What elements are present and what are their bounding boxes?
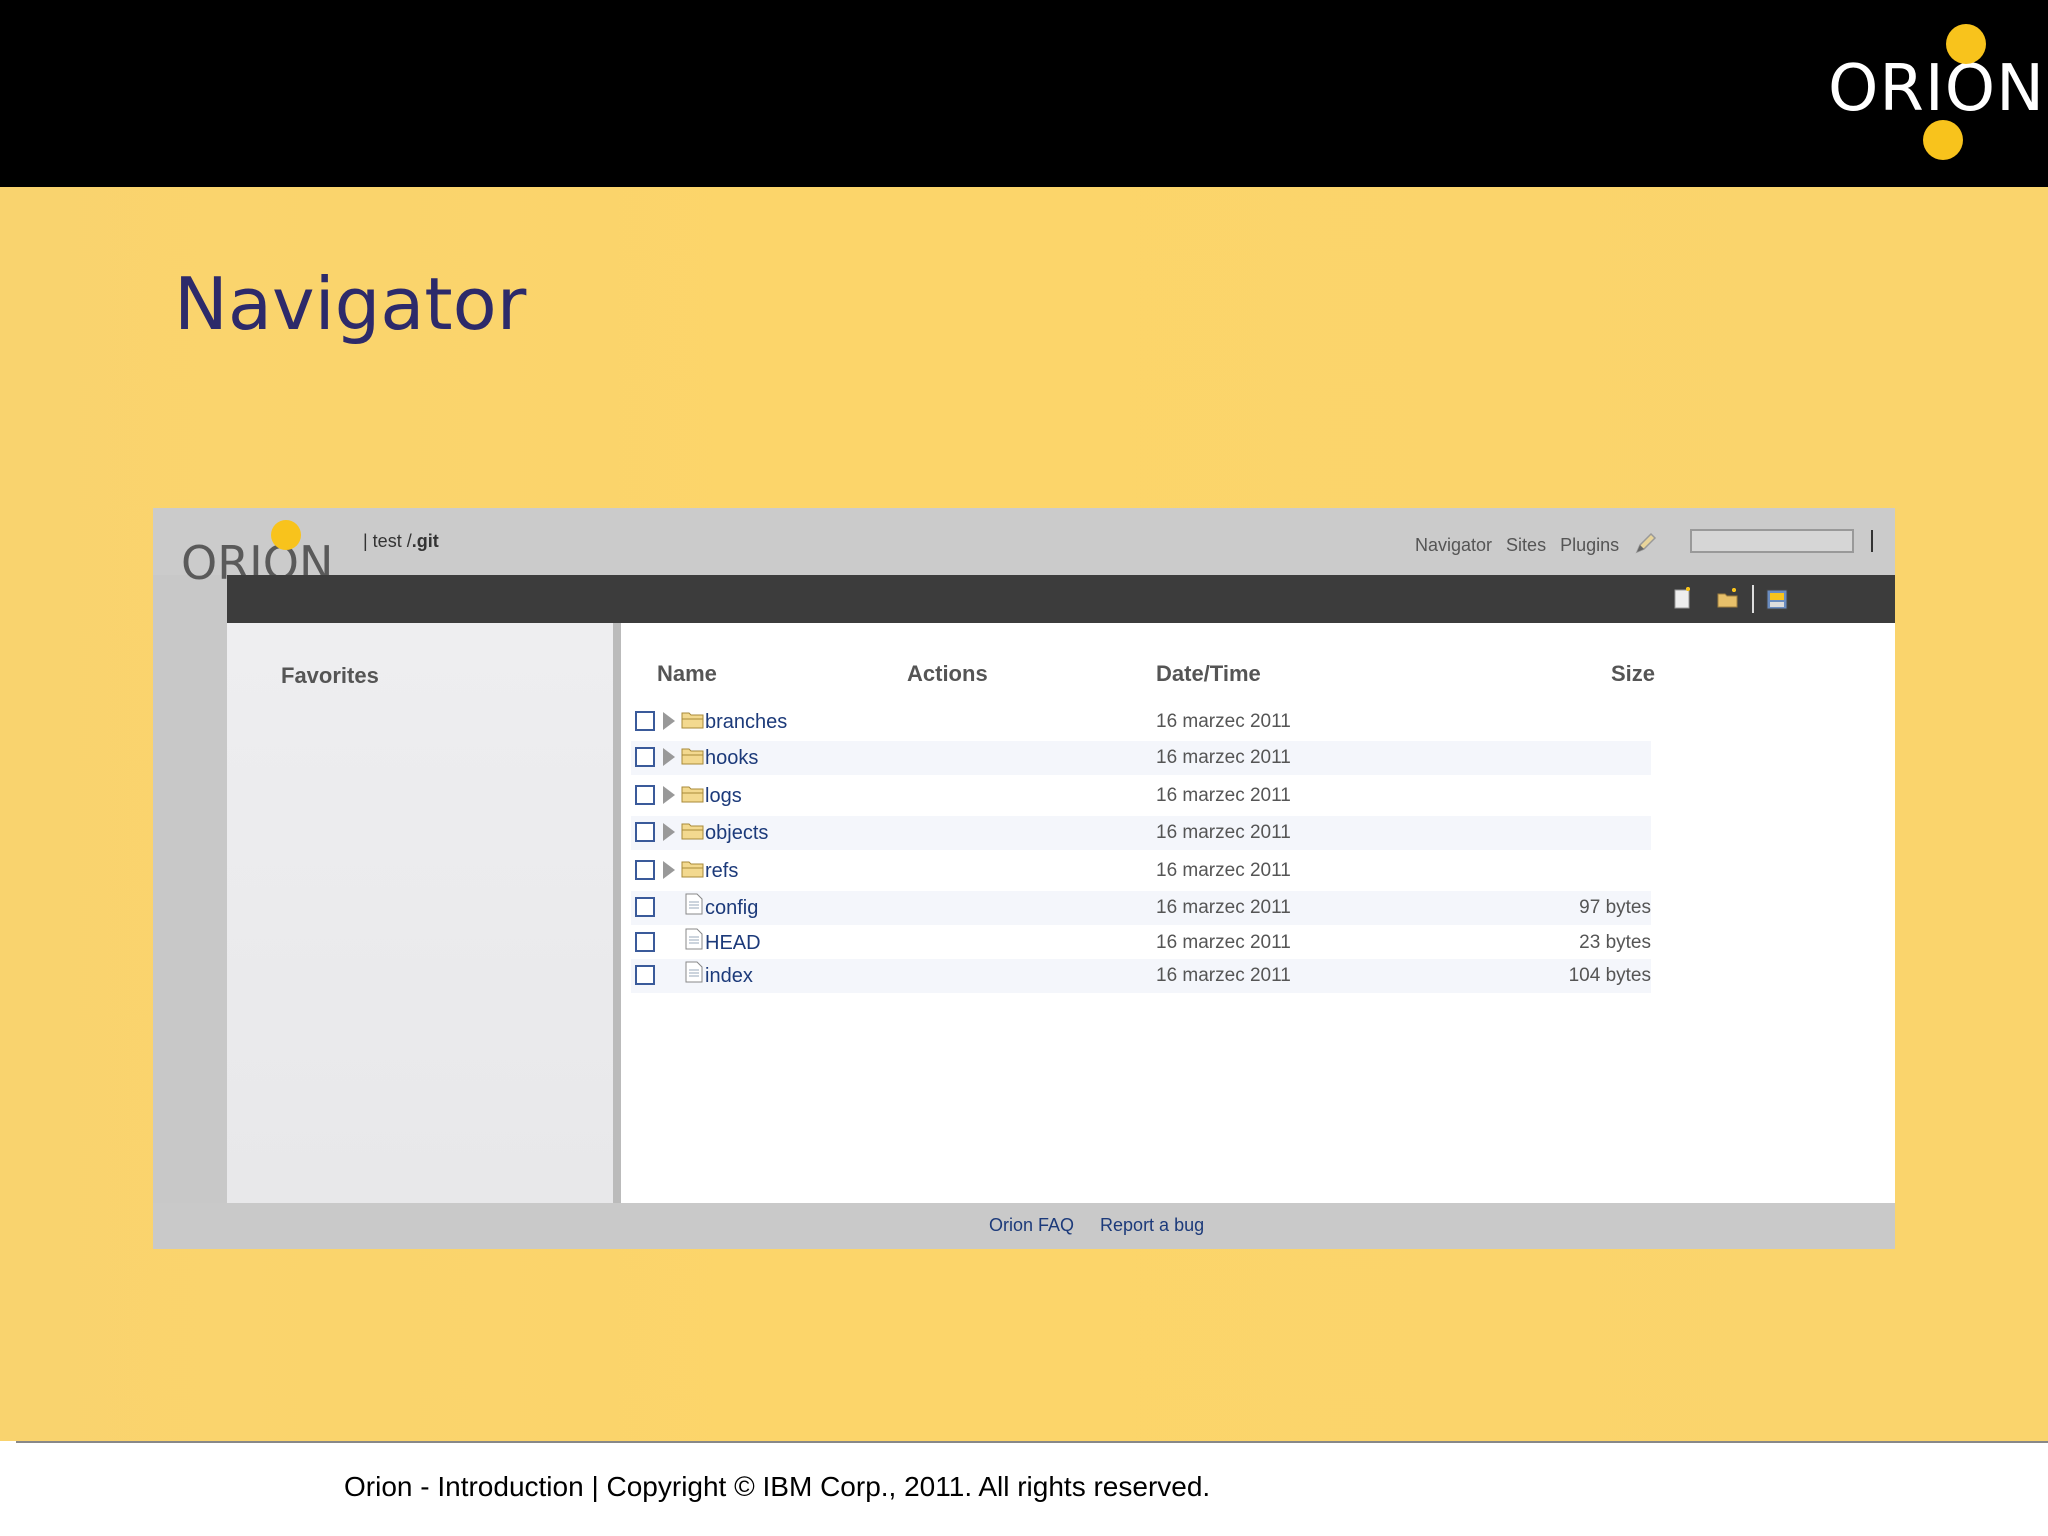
new-file-icon[interactable] [1671, 587, 1695, 611]
folder-icon [681, 747, 705, 765]
file-date: 16 marzec 2011 [1156, 965, 1291, 986]
toolbar [227, 575, 1895, 623]
file-date: 16 marzec 2011 [1156, 785, 1291, 806]
file-name-link[interactable]: index [705, 965, 753, 988]
column-header-actions: Actions [907, 661, 988, 686]
table-row: branches 16 marzec 2011 [631, 705, 1651, 739]
new-folder-icon[interactable] [1716, 587, 1740, 611]
row-checkbox[interactable] [635, 965, 655, 985]
file-date: 16 marzec 2011 [1156, 747, 1291, 768]
expand-arrow-icon[interactable] [663, 712, 675, 730]
table-row: logs 16 marzec 2011 [631, 779, 1651, 813]
row-checkbox[interactable] [635, 860, 655, 880]
file-name-link[interactable]: HEAD [705, 932, 761, 955]
table-row: config 16 marzec 2011 97 bytes [631, 891, 1651, 925]
file-icon [685, 961, 703, 983]
file-list-panel: Name Actions Date/Time Size branches 16 … [621, 623, 1895, 1203]
folder-icon [681, 785, 705, 803]
table-row: hooks 16 marzec 2011 [631, 741, 1651, 775]
breadcrumb: | test /.git [363, 531, 439, 552]
file-name-link[interactable]: refs [705, 860, 738, 883]
file-name-link[interactable]: hooks [705, 747, 758, 770]
slide-header-bar: ORION [0, 0, 2048, 187]
footer-rule [16, 1441, 2048, 1443]
search-input[interactable] [1690, 529, 1854, 553]
breadcrumb-prefix[interactable]: | test / [363, 531, 412, 551]
nav-sites[interactable]: Sites [1506, 535, 1546, 556]
folder-icon [681, 860, 705, 878]
app-footer: Orion FAQ Report a bug [153, 1203, 1895, 1249]
column-header-size[interactable]: Size [1611, 661, 1655, 687]
file-size: 23 bytes [1579, 932, 1651, 953]
top-navigation: Navigator Sites Plugins [1415, 530, 1659, 561]
orion-logo-text: ORION [1828, 52, 2045, 126]
file-name-link[interactable]: config [705, 897, 758, 920]
file-icon [685, 928, 703, 950]
git-repository-icon[interactable] [1765, 587, 1789, 611]
app-header: ORION | test /.git Navigator Sites Plugi… [153, 508, 1895, 616]
column-header-datetime[interactable]: Date/Time [1156, 661, 1261, 687]
logo-dot-top [1946, 24, 1986, 64]
expand-arrow-icon[interactable] [663, 748, 675, 766]
favorites-sidebar: Favorites [227, 623, 613, 1203]
orion-faq-link[interactable]: Orion FAQ [989, 1215, 1074, 1236]
report-bug-link[interactable]: Report a bug [1100, 1215, 1204, 1236]
slide-title: Navigator [174, 262, 527, 346]
file-date: 16 marzec 2011 [1156, 711, 1291, 732]
nav-navigator[interactable]: Navigator [1415, 535, 1492, 556]
file-name-link[interactable]: objects [705, 822, 768, 845]
file-name-link[interactable]: branches [705, 711, 787, 734]
file-date: 16 marzec 2011 [1156, 897, 1291, 918]
expand-arrow-icon[interactable] [663, 823, 675, 841]
row-checkbox[interactable] [635, 897, 655, 917]
app-logo-dot-top [271, 520, 301, 550]
table-row: refs 16 marzec 2011 [631, 854, 1651, 888]
nav-plugins[interactable]: Plugins [1560, 535, 1619, 556]
copyright-text: Orion - Introduction | Copyright © IBM C… [344, 1471, 1211, 1502]
file-date: 16 marzec 2011 [1156, 822, 1291, 843]
pencil-icon[interactable] [1633, 530, 1659, 561]
expand-arrow-icon[interactable] [663, 861, 675, 879]
table-row: objects 16 marzec 2011 [631, 816, 1651, 850]
orion-logo: ORION [1828, 22, 2044, 167]
footer-links: Orion FAQ Report a bug [989, 1215, 1204, 1236]
table-row: index 16 marzec 2011 104 bytes [631, 959, 1651, 993]
file-name-link[interactable]: logs [705, 785, 742, 808]
row-checkbox[interactable] [635, 932, 655, 952]
row-checkbox[interactable] [635, 711, 655, 731]
file-date: 16 marzec 2011 [1156, 932, 1291, 953]
sidebar-splitter[interactable] [613, 623, 621, 1203]
folder-icon [681, 711, 705, 729]
expand-arrow-icon[interactable] [663, 786, 675, 804]
row-checkbox[interactable] [635, 785, 655, 805]
folder-icon [681, 822, 705, 840]
row-checkbox[interactable] [635, 747, 655, 767]
file-date: 16 marzec 2011 [1156, 860, 1291, 881]
slide-footer: Orion - Introduction | Copyright © IBM C… [0, 1441, 2048, 1536]
table-row: HEAD 16 marzec 2011 23 bytes [631, 926, 1651, 960]
favorites-title: Favorites [281, 663, 379, 688]
file-size: 97 bytes [1579, 897, 1651, 918]
row-checkbox[interactable] [635, 822, 655, 842]
breadcrumb-current: .git [411, 531, 439, 551]
file-size: 104 bytes [1568, 965, 1651, 986]
header-divider [1871, 530, 1873, 552]
file-icon [685, 893, 703, 915]
logo-dot-bottom [1923, 120, 1963, 160]
toolbar-divider [1752, 585, 1754, 613]
orion-app-screenshot: ORION | test /.git Navigator Sites Plugi… [153, 508, 1895, 1249]
column-header-name[interactable]: Name [657, 661, 717, 687]
